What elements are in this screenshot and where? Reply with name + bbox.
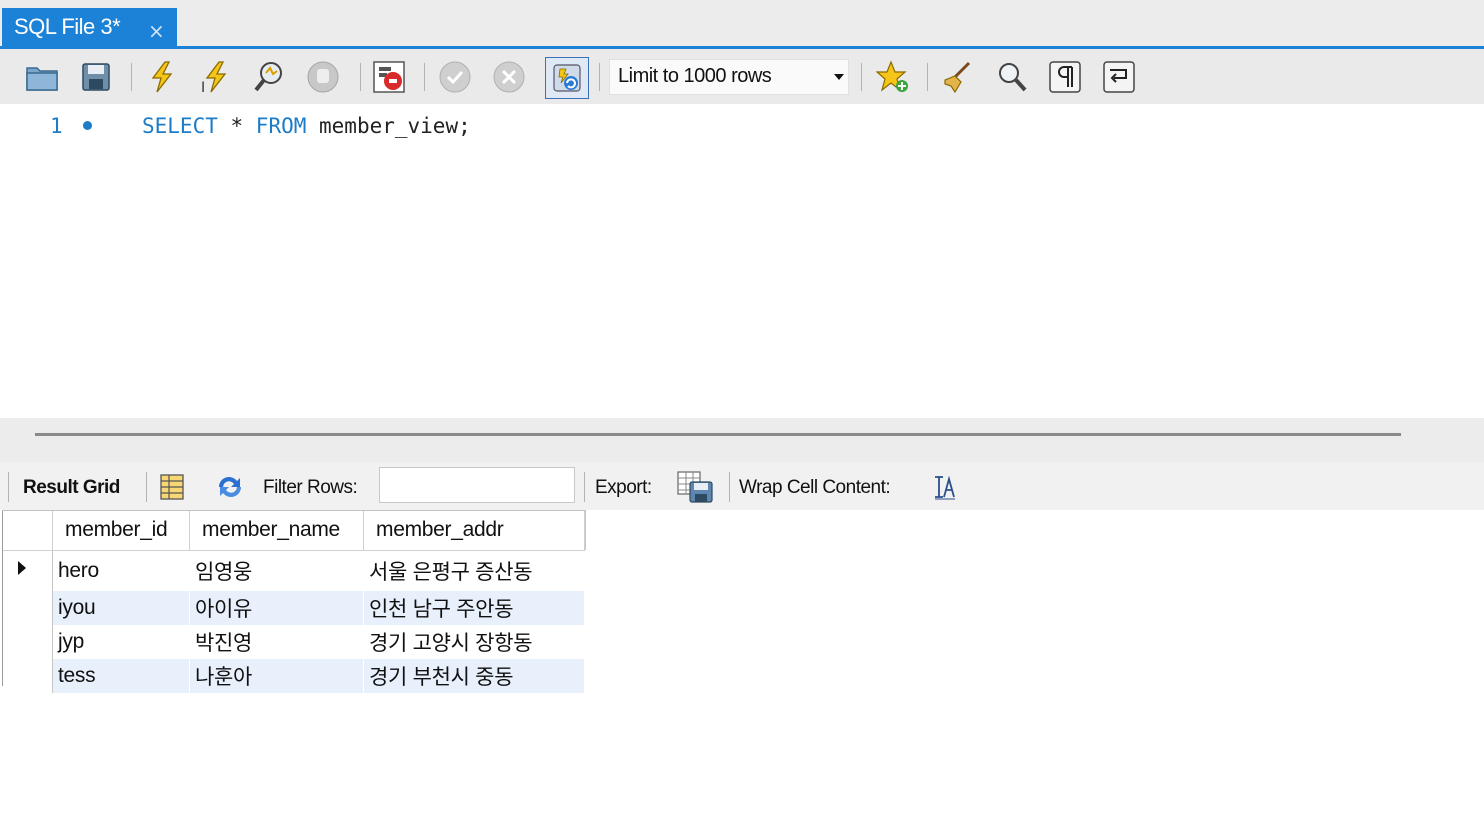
tab-sql-file[interactable]: SQL File 3* ×	[2, 8, 177, 49]
result-separator	[729, 472, 730, 502]
form-editor-icon[interactable]	[159, 473, 185, 505]
cell-member-id[interactable]: iyou	[52, 590, 190, 625]
toolbar-separator	[861, 63, 862, 91]
cell-member-name[interactable]: 아이유	[189, 590, 364, 625]
grid-right-border	[585, 510, 586, 550]
chevron-down-icon	[834, 74, 844, 80]
wrap-icon[interactable]	[1102, 60, 1136, 94]
cell-member-id[interactable]: tess	[52, 658, 190, 693]
row-header[interactable]	[2, 550, 53, 591]
row-header[interactable]	[2, 658, 53, 693]
result-grid[interactable]: member_id member_name member_addr hero 임…	[2, 510, 586, 693]
svg-text:I: I	[201, 80, 205, 94]
code-star: *	[217, 114, 256, 138]
line-number: 1	[50, 114, 63, 138]
commit-icon[interactable]	[438, 60, 472, 94]
editor-toolbar: I Limit to 1000 rows	[0, 49, 1484, 104]
table-row[interactable]: iyou 아이유 인천 남구 주안동	[2, 590, 585, 625]
result-separator	[584, 472, 585, 502]
table-row[interactable]: hero 임영웅 서울 은평구 증산동	[2, 550, 585, 591]
cell-member-addr[interactable]: 경기 고양시 장항동	[363, 624, 585, 659]
current-row-arrow-icon	[18, 560, 26, 575]
invisible-chars-icon[interactable]	[1048, 60, 1082, 94]
wrap-cell-icon[interactable]	[932, 474, 958, 504]
cell-member-name[interactable]: 임영웅	[189, 550, 364, 591]
grid-header-row: member_id member_name member_addr	[2, 510, 585, 551]
cell-member-addr[interactable]: 인천 남구 주안동	[363, 590, 585, 625]
cell-member-addr[interactable]: 경기 부천시 중동	[363, 658, 585, 693]
wrap-cell-content-label: Wrap Cell Content:	[739, 477, 891, 498]
keyword-select: SELECT	[142, 114, 218, 138]
column-header-member-name[interactable]: member_name	[189, 510, 364, 551]
open-folder-icon[interactable]	[25, 60, 59, 94]
toggle-error-icon[interactable]	[372, 60, 406, 94]
cell-member-id[interactable]: hero	[52, 550, 190, 591]
toolbar-separator	[424, 63, 425, 91]
execute-icon[interactable]	[145, 60, 179, 94]
grid-top-border	[2, 510, 586, 511]
cell-member-addr[interactable]: 서울 은평구 증산동	[363, 550, 585, 591]
sql-editor[interactable]: 1 SELECT * FROM member_view;	[0, 104, 1484, 418]
column-header-member-addr[interactable]: member_addr	[363, 510, 585, 551]
filter-rows-label: Filter Rows:	[263, 477, 358, 498]
row-header-corner	[2, 510, 53, 551]
toolbar-separator	[927, 63, 928, 91]
stop-icon[interactable]	[306, 60, 340, 94]
column-header-member-id[interactable]: member_id	[52, 510, 190, 551]
toolbar-separator	[131, 63, 132, 91]
add-snippet-icon[interactable]	[876, 60, 910, 94]
cell-member-id[interactable]: jyp	[52, 624, 190, 659]
cell-member-name[interactable]: 박진영	[189, 624, 364, 659]
limit-rows-select[interactable]: Limit to 1000 rows	[609, 59, 849, 95]
export-label: Export:	[595, 477, 652, 498]
statement-marker-icon	[83, 121, 92, 130]
code-table-name: member_view;	[306, 114, 471, 138]
rollback-icon[interactable]	[492, 60, 526, 94]
cell-member-name[interactable]: 나훈아	[189, 658, 364, 693]
autocommit-icon[interactable]	[545, 57, 589, 99]
result-grid-tab[interactable]: Result Grid	[23, 477, 120, 499]
result-separator	[8, 472, 9, 502]
result-separator	[146, 472, 147, 502]
toolbar-separator	[360, 63, 361, 91]
splitter-handle[interactable]	[35, 433, 1401, 436]
splitter-area	[0, 418, 1484, 462]
save-icon[interactable]	[79, 60, 113, 94]
execute-current-icon[interactable]: I	[199, 60, 233, 94]
tab-bar	[0, 0, 1484, 46]
filter-rows-input[interactable]	[379, 467, 575, 503]
find-icon[interactable]	[995, 60, 1029, 94]
row-header[interactable]	[2, 624, 53, 659]
row-header[interactable]	[2, 590, 53, 625]
refresh-icon[interactable]	[213, 473, 247, 505]
export-icon[interactable]	[676, 470, 714, 508]
toolbar-separator	[599, 63, 600, 91]
grid-left-border	[2, 510, 3, 686]
limit-rows-label: Limit to 1000 rows	[618, 65, 772, 87]
tab-label: SQL File 3*	[14, 14, 121, 39]
table-row[interactable]: jyp 박진영 경기 고양시 장항동	[2, 624, 585, 659]
table-row[interactable]: tess 나훈아 경기 부천시 중동	[2, 658, 585, 693]
beautify-icon[interactable]	[941, 60, 975, 94]
keyword-from: FROM	[255, 114, 307, 138]
explain-icon[interactable]	[253, 60, 287, 94]
result-toolbar: Result Grid Filter Rows: Export: Wrap Ce…	[0, 462, 1484, 510]
sql-code-line[interactable]: SELECT * FROM member_view;	[142, 114, 471, 138]
close-icon[interactable]: ×	[148, 19, 165, 43]
